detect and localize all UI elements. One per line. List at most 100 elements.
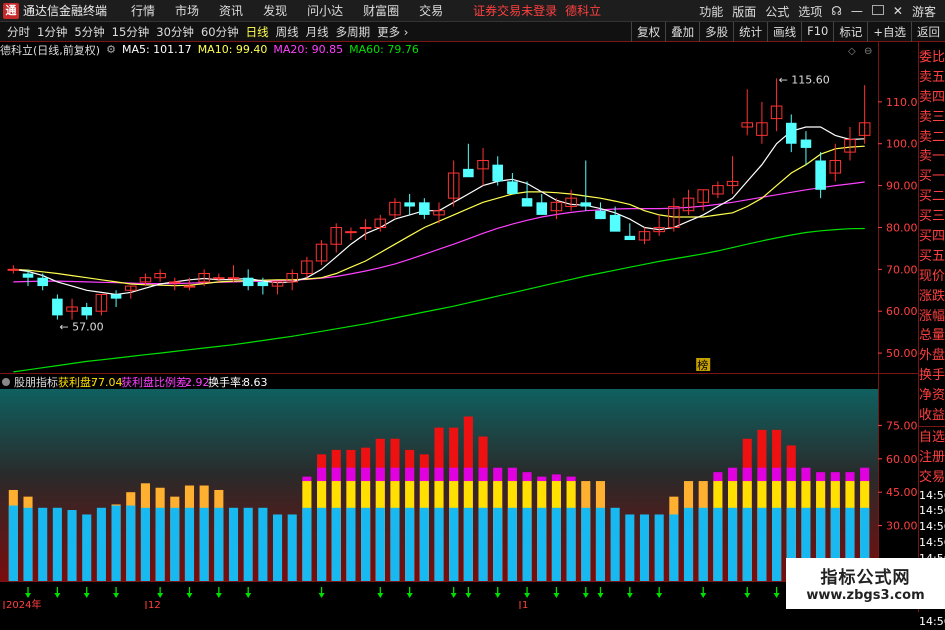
tab-1[interactable]: 1分钟 (37, 24, 67, 40)
tab-0[interactable]: 分时 (7, 24, 30, 40)
quote-field-5[interactable]: 卖一 (919, 147, 945, 167)
menu-layout[interactable]: 版面 (732, 3, 756, 20)
ma60-line (13, 227, 865, 373)
sub-bar-blue (419, 507, 429, 581)
menu-item-market[interactable]: 行情 (131, 2, 155, 19)
toolbar-button-5[interactable]: F10 (801, 22, 833, 42)
quote-field-3[interactable]: 卖三 (919, 108, 945, 128)
toolbar-button-7[interactable]: +自选 (867, 22, 911, 42)
sub-bar-blue (478, 507, 488, 581)
sub-tick-label: 75.00 (886, 419, 918, 432)
menu-item-ask[interactable]: 问小达 (307, 2, 343, 19)
chart-toolbar: 复权 叠加 多股 统计 画线 F10 标记 +自选 返回 (631, 22, 945, 42)
right-menu: 功能 版面 公式 选项 ☊ — ✕ 游客 (699, 0, 945, 22)
sub-value-diff: 2.92 (185, 376, 210, 389)
candle-body-down (419, 202, 430, 215)
stock-name: 德科立 (565, 4, 602, 18)
quote-field-18[interactable]: 收益 (919, 406, 945, 426)
quote-field-6[interactable]: 买一 (919, 167, 945, 187)
maximize-icon[interactable] (871, 4, 884, 18)
sub-bar-blue (757, 507, 767, 581)
tab-10[interactable]: 更多 › (377, 24, 408, 40)
side-tab-1[interactable]: 注册 (919, 448, 945, 468)
menu-item-wealth[interactable]: 财富圈 (363, 2, 399, 19)
quote-field-15[interactable]: 外盘 (919, 346, 945, 366)
candle-body-up (183, 285, 196, 288)
quote-field-12[interactable]: 涨跌 (919, 287, 945, 307)
tick-time: 14:56 (919, 614, 945, 628)
menu-formula[interactable]: 公式 (765, 3, 789, 20)
sub-bar-blue (449, 507, 459, 581)
tab-9[interactable]: 多周期 (336, 24, 371, 40)
minimize-icon[interactable]: — (851, 4, 863, 18)
settings-icon[interactable]: ⚙ (106, 43, 116, 56)
quote-field-16[interactable]: 换手 (919, 366, 945, 386)
quote-field-7[interactable]: 买二 (919, 187, 945, 207)
sub-tick-label: 60.00 (886, 453, 918, 466)
quote-field-10[interactable]: 买五 (919, 247, 945, 267)
candle-body-down (609, 214, 621, 232)
sub-bar-blue (82, 514, 92, 581)
ma5-value: MA5: 101.17 (121, 43, 192, 56)
toolbar-button-8[interactable]: 返回 (911, 22, 945, 42)
tab-2[interactable]: 5分钟 (74, 24, 104, 40)
sub-bar-blue (155, 507, 165, 581)
login-warning[interactable]: 证券交易未登录 (473, 2, 557, 19)
toolbar-button-6[interactable]: 标记 (833, 22, 867, 42)
headset-icon[interactable]: ☊ (831, 4, 842, 18)
menu-item-news[interactable]: 资讯 (219, 2, 243, 19)
sub-bar-blue (581, 507, 591, 581)
date-label: 2024年 (6, 598, 41, 609)
sub-bar-blue (390, 507, 400, 581)
toolbar-button-1[interactable]: 叠加 (665, 22, 699, 42)
sub-bar-blue (111, 505, 121, 581)
sub-bar-blue (199, 507, 209, 581)
toolbar-button-2[interactable]: 多股 (699, 22, 733, 42)
menu-item-trade[interactable]: 交易 (419, 2, 443, 19)
tab-5[interactable]: 60分钟 (201, 24, 239, 40)
sub-bar-blue (302, 507, 312, 581)
menu-item-exchange[interactable]: 市场 (175, 2, 199, 19)
tab-8[interactable]: 月线 (306, 24, 329, 40)
toolbar-button-0[interactable]: 复权 (631, 22, 665, 42)
user-label[interactable]: 游客 (912, 3, 936, 20)
toolbar-button-3[interactable]: 统计 (733, 22, 767, 42)
tick-time: 14:56 (919, 504, 945, 518)
panel-divider (0, 373, 918, 374)
sub-bar-blue (23, 507, 33, 581)
sub-bar-blue (96, 507, 106, 581)
candle-body-down (595, 210, 606, 220)
quote-field-14[interactable]: 总量 (919, 326, 945, 346)
tab-4[interactable]: 30分钟 (156, 24, 194, 40)
sub-bar-blue (272, 514, 283, 581)
tab-6[interactable]: 日线 (246, 24, 269, 40)
quote-field-9[interactable]: 买四 (919, 227, 945, 247)
sub-bar-blue (728, 507, 738, 581)
sub-bar-blue (434, 507, 444, 581)
quote-field-13[interactable]: 涨幅 (919, 307, 945, 327)
candle-body-down (521, 198, 533, 207)
kline-chart[interactable]: 50.00 60.00 70.00 80.00 90.00 100.00 110.00 30.… (0, 42, 918, 609)
quote-field-1[interactable]: 卖五 (919, 68, 945, 88)
quote-field-8[interactable]: 买三 (919, 207, 945, 227)
menu-functions[interactable]: 功能 (699, 3, 723, 20)
quote-field-17[interactable]: 净资 (919, 386, 945, 406)
menu-item-discover[interactable]: 发现 (263, 2, 287, 19)
tab-3[interactable]: 15分钟 (112, 24, 150, 40)
side-tab-0[interactable]: 自选 (919, 428, 945, 448)
candle-body-up (7, 268, 20, 271)
menu-options[interactable]: 选项 (798, 3, 822, 20)
close-icon[interactable]: ✕ (893, 4, 903, 18)
sub-bar-blue (625, 514, 635, 581)
sub-bar-blue (170, 507, 180, 581)
side-tab-2[interactable]: 交易 (919, 468, 945, 488)
sub-bar-blue (331, 507, 341, 581)
quote-field-0[interactable]: 委比 (919, 48, 945, 68)
watermark-title: 指标公式网 (820, 568, 911, 588)
toolbar-button-4[interactable]: 画线 (767, 22, 801, 42)
tab-7[interactable]: 周线 (276, 24, 299, 40)
quote-field-4[interactable]: 卖二 (919, 128, 945, 148)
quote-field-11[interactable]: 现价 (919, 267, 945, 287)
quote-field-2[interactable]: 卖四 (919, 88, 945, 108)
date-label: 12 (148, 600, 161, 609)
